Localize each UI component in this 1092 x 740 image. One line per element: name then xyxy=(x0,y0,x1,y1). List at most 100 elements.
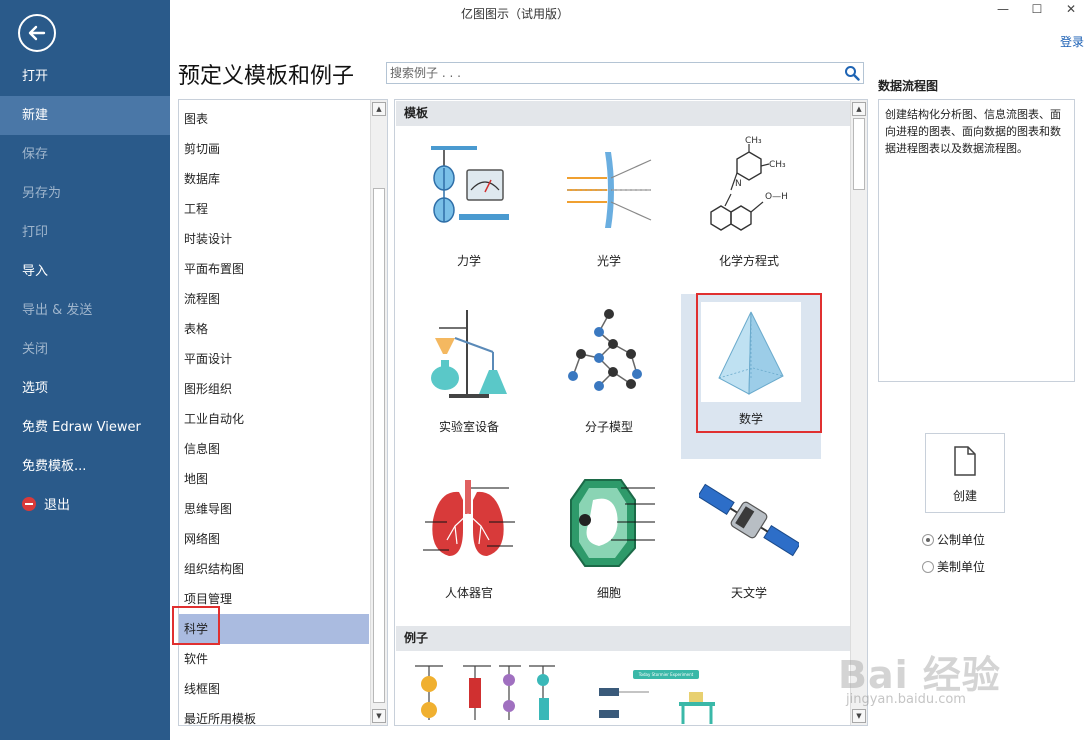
maximize-button[interactable]: ☐ xyxy=(1024,0,1050,20)
optics-icon xyxy=(567,152,652,228)
mechanics-icon xyxy=(431,146,509,223)
experiment-example-icon xyxy=(599,688,715,724)
minimize-button[interactable]: — xyxy=(990,0,1016,20)
cell-icon xyxy=(570,479,655,567)
example-tile-pulleys[interactable] xyxy=(405,658,565,724)
category-item[interactable]: 图表 xyxy=(179,104,369,134)
nav-item-exit[interactable]: 退出 xyxy=(0,486,170,525)
template-label: 化学方程式 xyxy=(718,254,779,268)
metric-units-radio[interactable]: 公制单位 xyxy=(922,531,985,549)
page-title: 预定义模板和例子 xyxy=(178,64,355,89)
scroll-thumb[interactable] xyxy=(853,118,865,190)
category-item[interactable]: 时装设计 xyxy=(179,224,369,254)
molecule-model-icon xyxy=(568,309,642,391)
category-scrollbar[interactable]: ▲ ▼ xyxy=(370,100,387,725)
ch3-label: CH₃ xyxy=(745,136,762,146)
lungs-icon xyxy=(423,480,515,556)
category-item[interactable]: 最近所用模板 xyxy=(179,704,369,725)
example-tile-experiment[interactable]: Today Stormier Experiment xyxy=(589,658,715,724)
metric-units-label: 公制单位 xyxy=(937,533,986,547)
category-item[interactable]: 工程 xyxy=(179,194,369,224)
nav-item-export-send[interactable]: 导出 & 发送 xyxy=(0,291,170,330)
nav-item-close[interactable]: 关闭 xyxy=(0,330,170,369)
category-item[interactable]: 思维导图 xyxy=(179,494,369,524)
pulley-example-icon xyxy=(415,665,555,720)
category-item[interactable]: 网络图 xyxy=(179,524,369,554)
nav-item-print[interactable]: 打印 xyxy=(0,213,170,252)
gallery-scrollbar[interactable]: ▲ ▼ xyxy=(850,100,867,725)
scroll-thumb[interactable] xyxy=(373,188,385,703)
category-item[interactable]: 项目管理 xyxy=(179,584,369,614)
category-item[interactable]: 剪切画 xyxy=(179,134,369,164)
template-tile-human-organs[interactable]: 人体器官 xyxy=(399,460,539,625)
template-tile-molecule-model[interactable]: 分子模型 xyxy=(539,294,679,459)
nav-item-free-templates[interactable]: 免费模板... xyxy=(0,447,170,486)
category-item-selected[interactable]: 科学 xyxy=(179,614,369,644)
nav-item-new[interactable]: 新建 xyxy=(0,96,170,135)
edraw-app-window: 打开 新建 保存 另存为 打印 导入 导出 & 发送 关闭 选项 免费 Edra… xyxy=(0,0,1092,740)
category-item[interactable]: 数据库 xyxy=(179,164,369,194)
scroll-up-arrow-icon[interactable]: ▲ xyxy=(372,102,386,116)
us-units-radio[interactable]: 美制单位 xyxy=(922,558,985,576)
template-tile-chemical-equation[interactable]: CH₃ CH₃ N O—H 化学方程式 xyxy=(679,128,819,293)
nav-item-open[interactable]: 打开 xyxy=(0,57,170,96)
nav-item-save-as[interactable]: 另存为 xyxy=(0,174,170,213)
template-tile-cell[interactable]: 细胞 xyxy=(539,460,679,625)
close-button[interactable]: ✕ xyxy=(1058,0,1084,20)
template-tile-astronomy[interactable]: 天文学 xyxy=(679,460,819,625)
template-tile-optics[interactable]: 光学 xyxy=(539,128,679,293)
satellite-icon xyxy=(699,483,799,557)
back-button[interactable] xyxy=(18,14,56,52)
template-label: 天文学 xyxy=(730,586,767,600)
template-tile-math[interactable]: 数学 xyxy=(681,294,821,459)
category-item[interactable]: 软件 xyxy=(179,644,369,674)
template-label: 人体器官 xyxy=(444,586,493,600)
template-label: 细胞 xyxy=(596,586,621,600)
category-item[interactable]: 信息图 xyxy=(179,434,369,464)
baidu-jingyan-watermark: Bai 经验 jingyan.baidu.com xyxy=(838,644,1088,716)
watermark-logo-text: Bai 经验 xyxy=(838,653,1001,697)
template-label: 分子模型 xyxy=(584,420,633,434)
scroll-down-arrow-icon[interactable]: ▼ xyxy=(372,709,386,723)
category-item[interactable]: 线框图 xyxy=(179,674,369,704)
template-tile-mechanics[interactable]: 力学 xyxy=(399,128,539,293)
search-icon[interactable] xyxy=(844,65,860,81)
category-item[interactable]: 地图 xyxy=(179,464,369,494)
scroll-up-arrow-icon[interactable]: ▲ xyxy=(852,102,866,116)
nav-item-free-viewer[interactable]: 免费 Edraw Viewer xyxy=(0,408,170,447)
category-list: 图表 剪切画 数据库 工程 时装设计 平面布置图 流程图 表格 平面设计 图形组… xyxy=(178,99,388,726)
nav-item-options[interactable]: 选项 xyxy=(0,369,170,408)
ch3-label: CH₃ xyxy=(769,160,786,170)
lab-equipment-icon xyxy=(431,310,507,398)
category-item[interactable]: 平面布置图 xyxy=(179,254,369,284)
preview-title: 数据流程图 xyxy=(878,79,939,93)
file-menu-sidebar: 打开 新建 保存 另存为 打印 导入 导出 & 发送 关闭 选项 免费 Edra… xyxy=(0,0,170,740)
template-gallery: 模板 力学 光学 CH₃ CH₃ N O—H 化学方程式 实验室设备 分子模型 … xyxy=(394,99,868,726)
watermark-url: jingyan.baidu.com xyxy=(846,692,966,707)
template-tile-lab-equipment[interactable]: 实验室设备 xyxy=(399,294,539,459)
template-label: 光学 xyxy=(596,254,621,268)
search-box xyxy=(386,62,864,84)
create-button[interactable]: 创建 xyxy=(925,433,1005,513)
radio-unchecked-icon xyxy=(922,561,934,573)
back-arrow-icon xyxy=(28,25,46,41)
create-button-label: 创建 xyxy=(952,489,977,503)
category-item[interactable]: 图形组织 xyxy=(179,374,369,404)
login-link[interactable]: 登录 xyxy=(1060,33,1084,50)
category-item[interactable]: 表格 xyxy=(179,314,369,344)
window-title: 亿图图示（试用版） xyxy=(460,7,569,21)
templates-section-header: 模板 xyxy=(396,101,850,126)
preview-description: 创建结构化分析图、信息流图表、面向进程的图表、面向数据的图表和数据进程图表以及数… xyxy=(878,99,1075,382)
nav-item-save[interactable]: 保存 xyxy=(0,135,170,174)
category-item[interactable]: 流程图 xyxy=(179,284,369,314)
hydroxyl-label: O—H xyxy=(765,192,788,202)
category-item[interactable]: 组织结构图 xyxy=(179,554,369,584)
chemical-equation-icon xyxy=(710,144,770,231)
radio-checked-icon xyxy=(922,534,934,546)
template-label: 实验室设备 xyxy=(438,420,499,434)
nav-item-import[interactable]: 导入 xyxy=(0,252,170,291)
category-item[interactable]: 工业自动化 xyxy=(179,404,369,434)
category-item[interactable]: 平面设计 xyxy=(179,344,369,374)
template-label: 数学 xyxy=(738,412,763,426)
search-input[interactable] xyxy=(387,63,837,83)
